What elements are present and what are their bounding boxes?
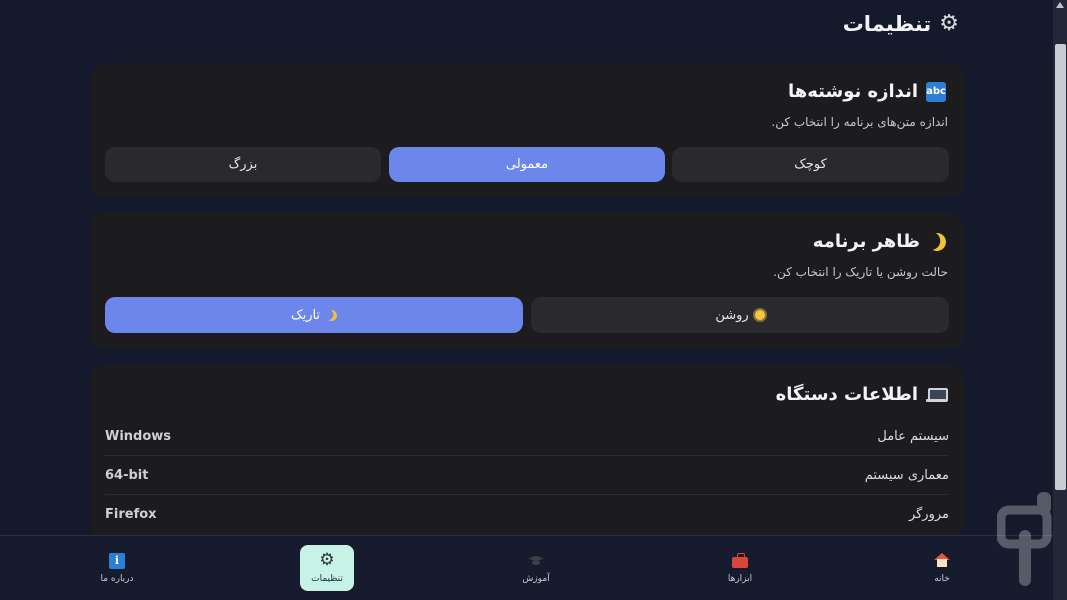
font-size-normal-label: معمولی [505,157,549,172]
info-row-browser: مرورگر Firefox [105,495,949,534]
font-size-title-text: اندازه نوشته‌ها [788,81,918,102]
font-size-subtitle: اندازه متن‌های برنامه را انتخاب کن. [771,115,948,129]
theme-card: ظاهر برنامه حالت روشن یا تاریک را انتخاب… [90,213,964,349]
info-key: سیستم عامل [877,428,949,444]
laptop-icon [926,387,948,402]
bottom-nav: خانه ابزارها آموزش ⚙ تنظیمات i درباره ما [0,535,1053,600]
scroll-up-arrow-icon[interactable] [1056,2,1064,8]
nav-settings[interactable]: ⚙ تنظیمات [300,545,354,591]
device-info-card: اطلاعات دستگاه سیستم عامل Windows معماری… [90,365,964,540]
scrollbar-thumb[interactable] [1055,44,1066,490]
text-size-icon: abc [926,81,946,102]
font-size-large-label: بزرگ [228,157,258,172]
theme-dark-button[interactable]: تاریک [105,297,523,333]
info-row-os: سیستم عامل Windows [105,417,949,456]
settings-page: ⚙ تنظیمات abc اندازه نوشته‌ها اندازه متن… [0,0,1067,600]
nav-home-label: خانه [934,574,950,584]
theme-title-text: ظاهر برنامه [812,231,920,252]
nav-education[interactable]: آموزش [509,545,563,591]
nav-about-label: درباره ما [100,574,134,584]
theme-light-label: روشن [715,307,749,323]
info-key: معماری سیستم [864,467,949,483]
font-size-large-button[interactable]: بزرگ [105,147,381,182]
nav-tools-label: ابزارها [727,574,753,584]
info-key: مرورگر [908,507,949,522]
device-info-title: اطلاعات دستگاه [775,384,948,405]
font-size-card: abc اندازه نوشته‌ها اندازه متن‌های برنام… [90,63,964,197]
font-size-small-label: کوچک [794,157,827,172]
gear-icon: ⚙ [319,550,335,570]
info-value: Windows [105,428,172,444]
graduation-cap-icon [528,556,544,566]
font-size-title: abc اندازه نوشته‌ها [788,81,946,102]
home-icon [934,553,950,568]
watermark-logo [997,492,1052,586]
nav-about[interactable]: i درباره ما [90,545,144,591]
moon-icon [925,230,948,253]
info-row-architecture: معماری سیستم 64-bit [105,456,949,495]
toolbox-icon [732,552,748,568]
page-header: ⚙ تنظیمات [843,12,959,36]
gear-icon: ⚙ [939,11,959,36]
nav-education-label: آموزش [522,574,550,584]
page-title: تنظیمات [842,12,932,36]
theme-subtitle: حالت روشن یا تاریک را انتخاب کن. [773,265,948,279]
theme-dark-label: تاریک [290,307,321,323]
font-size-normal-button[interactable]: معمولی [389,147,665,182]
sun-icon [754,310,765,320]
moon-icon [325,308,339,322]
info-icon: i [109,552,125,569]
theme-light-button[interactable]: روشن [531,297,949,333]
nav-home[interactable]: خانه [915,545,969,591]
info-value: 64-bit [105,467,149,483]
theme-title: ظاهر برنامه [813,231,946,252]
font-size-small-button[interactable]: کوچک [672,147,949,182]
nav-tools[interactable]: ابزارها [713,545,767,591]
info-value: Firefox [105,507,157,522]
device-info-title-text: اطلاعات دستگاه [775,384,918,405]
nav-settings-label: تنظیمات [311,574,343,584]
